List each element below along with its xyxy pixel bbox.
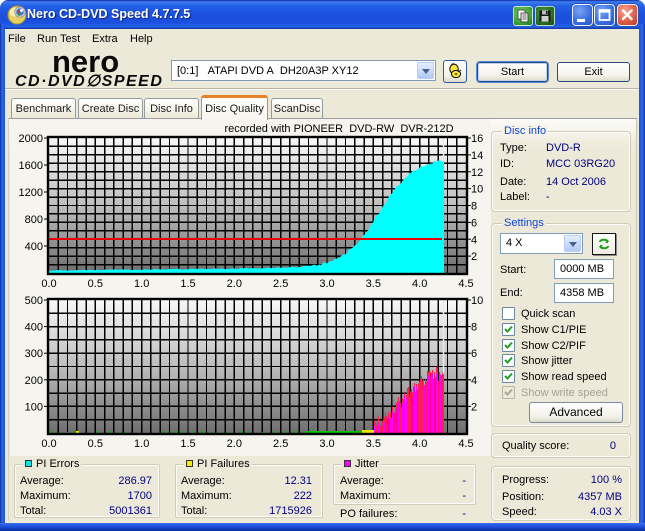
svg-text:0.0: 0.0 (41, 438, 56, 450)
svg-text:400: 400 (25, 241, 43, 253)
svg-text:4.0: 4.0 (412, 278, 427, 290)
svg-text:1.0: 1.0 (134, 278, 149, 290)
svg-text:1600: 1600 (19, 160, 43, 172)
svg-text:200: 200 (25, 375, 43, 387)
svg-text:2.0: 2.0 (227, 278, 242, 290)
svg-text:2: 2 (471, 401, 477, 413)
svg-text:500: 500 (25, 295, 43, 307)
svg-text:3.0: 3.0 (319, 278, 334, 290)
svg-text:2000: 2000 (19, 133, 43, 145)
svg-text:2.0: 2.0 (227, 438, 242, 450)
svg-text:8: 8 (471, 322, 477, 334)
svg-text:4.0: 4.0 (412, 438, 427, 450)
svg-text:1.5: 1.5 (180, 438, 195, 450)
svg-text:12: 12 (471, 167, 483, 179)
svg-text:2.5: 2.5 (273, 438, 288, 450)
svg-text:10: 10 (471, 184, 483, 196)
svg-text:4.5: 4.5 (458, 278, 473, 290)
svg-text:3.5: 3.5 (366, 438, 381, 450)
svg-text:6: 6 (471, 348, 477, 360)
svg-text:4.5: 4.5 (458, 438, 473, 450)
svg-text:1.0: 1.0 (134, 438, 149, 450)
svg-text:0.5: 0.5 (88, 278, 103, 290)
svg-text:2: 2 (471, 251, 477, 263)
svg-text:recorded with PIONEER DVD-RW: recorded with PIONEER DVD-RW DVR-212D (224, 123, 453, 135)
svg-text:800: 800 (25, 214, 43, 226)
svg-text:300: 300 (25, 348, 43, 360)
svg-text:1.5: 1.5 (180, 278, 195, 290)
svg-text:100: 100 (25, 401, 43, 413)
svg-text:10: 10 (471, 295, 483, 307)
svg-text:16: 16 (471, 133, 483, 145)
svg-text:400: 400 (25, 322, 43, 334)
svg-text:6: 6 (471, 217, 477, 229)
svg-text:4: 4 (471, 375, 477, 387)
svg-text:3.5: 3.5 (366, 278, 381, 290)
svg-text:14: 14 (471, 150, 483, 162)
svg-text:0.5: 0.5 (88, 438, 103, 450)
svg-text:2.5: 2.5 (273, 278, 288, 290)
svg-text:1200: 1200 (19, 187, 43, 199)
svg-text:3.0: 3.0 (319, 438, 334, 450)
svg-text:0.0: 0.0 (41, 278, 56, 290)
svg-text:8: 8 (471, 201, 477, 213)
svg-text:4: 4 (471, 234, 477, 246)
